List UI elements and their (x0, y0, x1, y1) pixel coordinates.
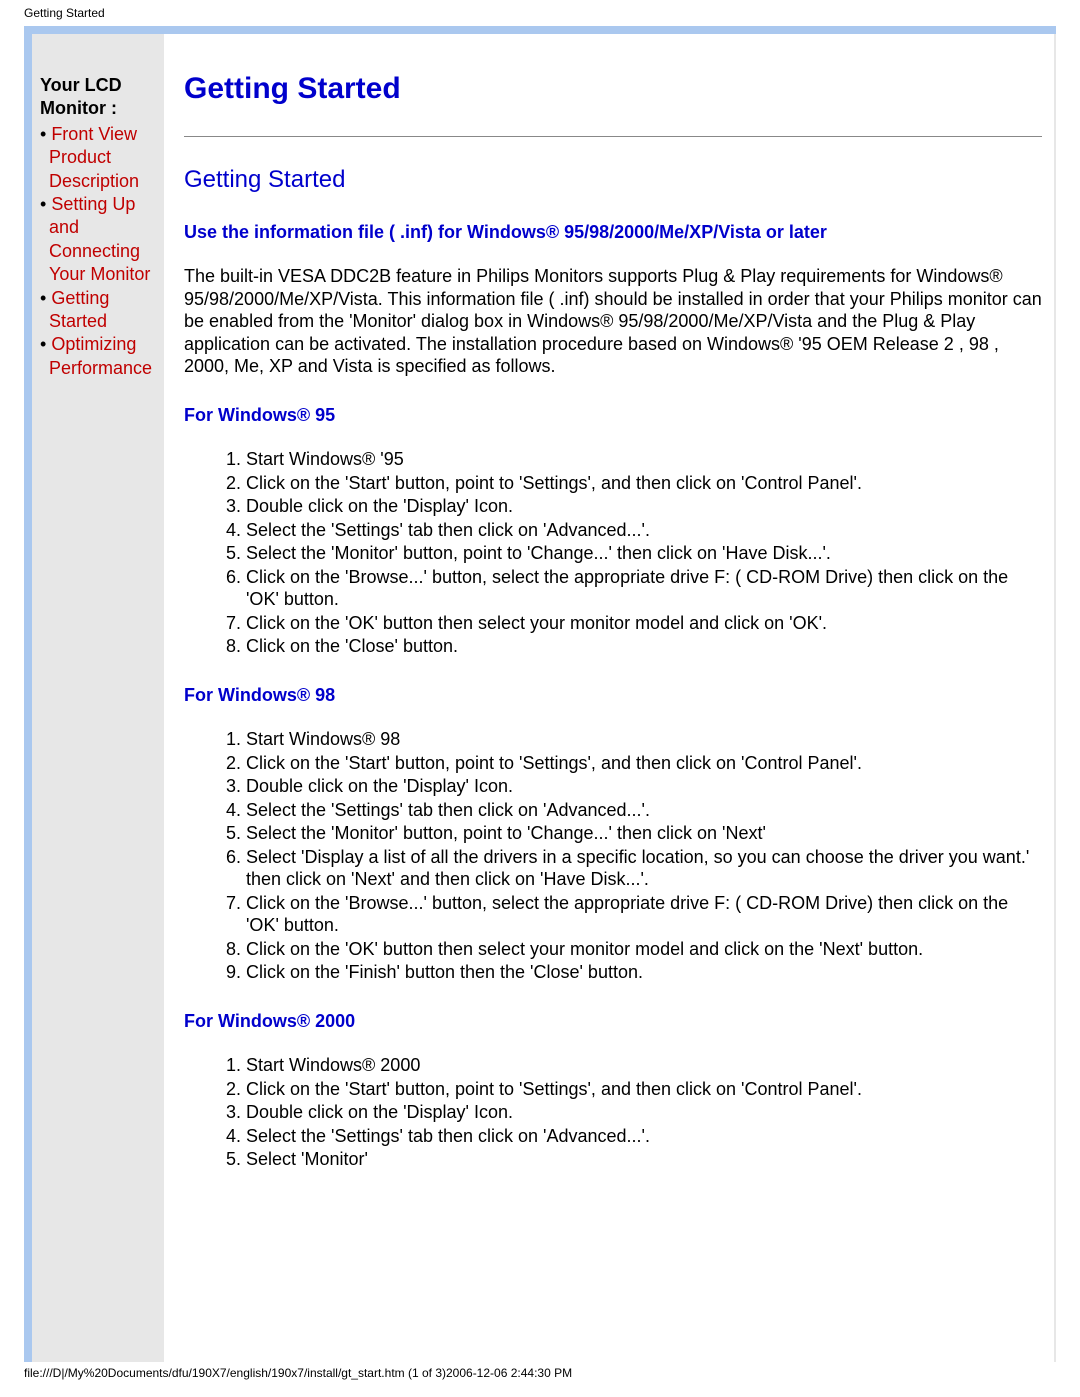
intro-paragraph: The built-in VESA DDC2B feature in Phili… (184, 265, 1042, 378)
steps-win2000: Start Windows® 2000 Click on the 'Start'… (184, 1054, 1042, 1171)
sidebar-link[interactable]: Setting Up and Connecting Your Monitor (49, 194, 150, 284)
step-item: Click on the 'Start' button, point to 'S… (246, 472, 1042, 495)
step-item: Double click on the 'Display' Icon. (246, 495, 1042, 518)
sidebar-item-optimizing[interactable]: Optimizing Performance (49, 333, 160, 380)
outer-frame: Your LCD Monitor : Front View Product De… (24, 26, 1056, 1362)
step-item: Click on the 'OK' button then select you… (246, 612, 1042, 635)
sidebar-item-getting-started[interactable]: Getting Started (49, 287, 160, 334)
step-item: Double click on the 'Display' Icon. (246, 775, 1042, 798)
step-item: Select 'Monitor' (246, 1148, 1042, 1171)
sidebar-item-setting-up[interactable]: Setting Up and Connecting Your Monitor (49, 193, 160, 287)
step-item: Click on the 'Start' button, point to 'S… (246, 1078, 1042, 1101)
step-item: Click on the 'Close' button. (246, 635, 1042, 658)
step-item: Select the 'Monitor' button, point to 'C… (246, 822, 1042, 845)
sidebar-link[interactable]: Front View Product Description (49, 124, 139, 191)
page-title: Getting Started (184, 70, 1042, 108)
step-item: Select the 'Settings' tab then click on … (246, 799, 1042, 822)
divider (184, 136, 1042, 137)
step-item: Click on the 'Browse...' button, select … (246, 566, 1042, 611)
step-item: Select the 'Settings' tab then click on … (246, 1125, 1042, 1148)
step-item: Click on the 'OK' button then select you… (246, 938, 1042, 961)
step-item: Click on the 'Finish' button then the 'C… (246, 961, 1042, 984)
step-item: Select the 'Monitor' button, point to 'C… (246, 542, 1042, 565)
content-area: Your LCD Monitor : Front View Product De… (32, 34, 1056, 1362)
sub-heading: Use the information file ( .inf) for Win… (184, 221, 1042, 244)
step-item: Click on the 'Start' button, point to 'S… (246, 752, 1042, 775)
os-heading-win95: For Windows® 95 (184, 404, 1042, 427)
section-heading: Getting Started (184, 165, 1042, 195)
footer-path: file:///D|/My%20Documents/dfu/190X7/engl… (0, 1366, 1080, 1388)
steps-win98: Start Windows® 98 Click on the 'Start' b… (184, 728, 1042, 984)
steps-win95: Start Windows® '95 Click on the 'Start' … (184, 448, 1042, 658)
sidebar: Your LCD Monitor : Front View Product De… (32, 34, 164, 380)
step-item: Start Windows® '95 (246, 448, 1042, 471)
sidebar-title: Your LCD Monitor : (40, 74, 160, 121)
step-item: Start Windows® 2000 (246, 1054, 1042, 1077)
header-title: Getting Started (0, 0, 1080, 26)
step-item: Double click on the 'Display' Icon. (246, 1101, 1042, 1124)
sidebar-link[interactable]: Optimizing Performance (49, 334, 152, 377)
sidebar-item-front-view[interactable]: Front View Product Description (49, 123, 160, 193)
os-heading-win2000: For Windows® 2000 (184, 1010, 1042, 1033)
step-item: Select the 'Settings' tab then click on … (246, 519, 1042, 542)
main-content: Getting Started Getting Started Use the … (164, 34, 1054, 1362)
sidebar-link[interactable]: Getting Started (49, 288, 109, 331)
step-item: Start Windows® 98 (246, 728, 1042, 751)
os-heading-win98: For Windows® 98 (184, 684, 1042, 707)
step-item: Select 'Display a list of all the driver… (246, 846, 1042, 891)
step-item: Click on the 'Browse...' button, select … (246, 892, 1042, 937)
